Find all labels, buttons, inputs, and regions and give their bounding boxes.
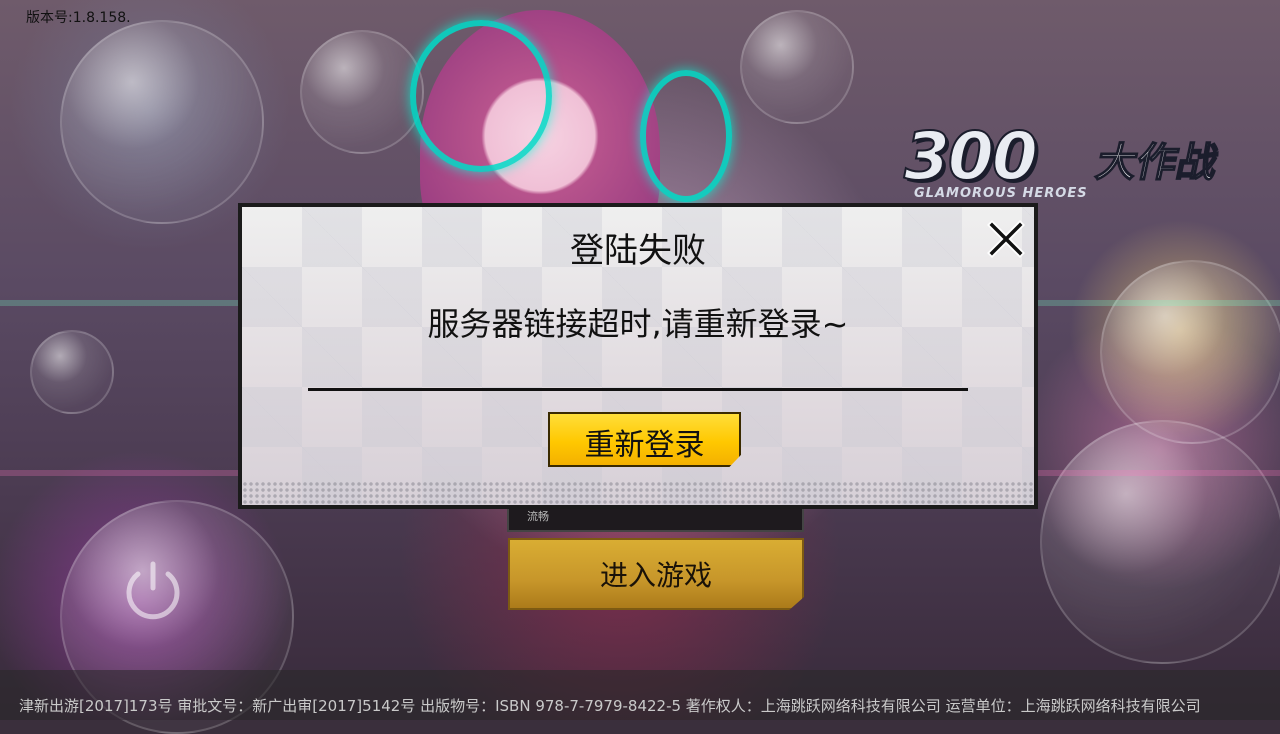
version-label: 版本号:1.8.158. <box>26 10 131 26</box>
login-failed-dialog: 登陆失败 服务器链接超时,请重新登录~ 重新登录 <box>238 203 1038 509</box>
logo-number: 300 <box>903 117 1039 196</box>
dialog-title: 登陆失败 <box>570 231 706 271</box>
logo-zh-title: 大作战 <box>1092 139 1223 187</box>
dialog-divider <box>308 388 968 391</box>
logo-en-subtitle: GLAMOROUS HEROES <box>914 186 1088 201</box>
bubble <box>60 20 264 224</box>
bubble <box>1040 420 1280 664</box>
dialog-pattern-strip <box>242 481 1034 505</box>
legal-text: 津新出游[2017]173号 审批文号：新广出审[2017]5142号 出版物号… <box>19 697 1201 715</box>
enter-game-button[interactable]: 进入游戏 <box>508 538 804 610</box>
power-icon[interactable] <box>118 556 188 626</box>
footer-bar: 津新出游[2017]173号 审批文号：新广出审[2017]5142号 出版物号… <box>0 670 1280 720</box>
bubble <box>30 330 114 414</box>
dialog-message: 服务器链接超时,请重新登录~ <box>427 305 849 343</box>
server-select[interactable]: 流畅 <box>507 506 804 532</box>
relogin-button[interactable]: 重新登录 <box>548 412 741 467</box>
close-icon[interactable] <box>984 217 1028 261</box>
bubble <box>300 30 424 154</box>
bubble <box>740 10 854 124</box>
bubble <box>1100 260 1280 444</box>
halo-ring <box>640 70 732 202</box>
relogin-label: 重新登录 <box>584 428 705 463</box>
server-status-label: 流畅 <box>527 510 549 523</box>
enter-game-label: 进入游戏 <box>599 559 712 592</box>
halo-ring <box>410 20 552 172</box>
